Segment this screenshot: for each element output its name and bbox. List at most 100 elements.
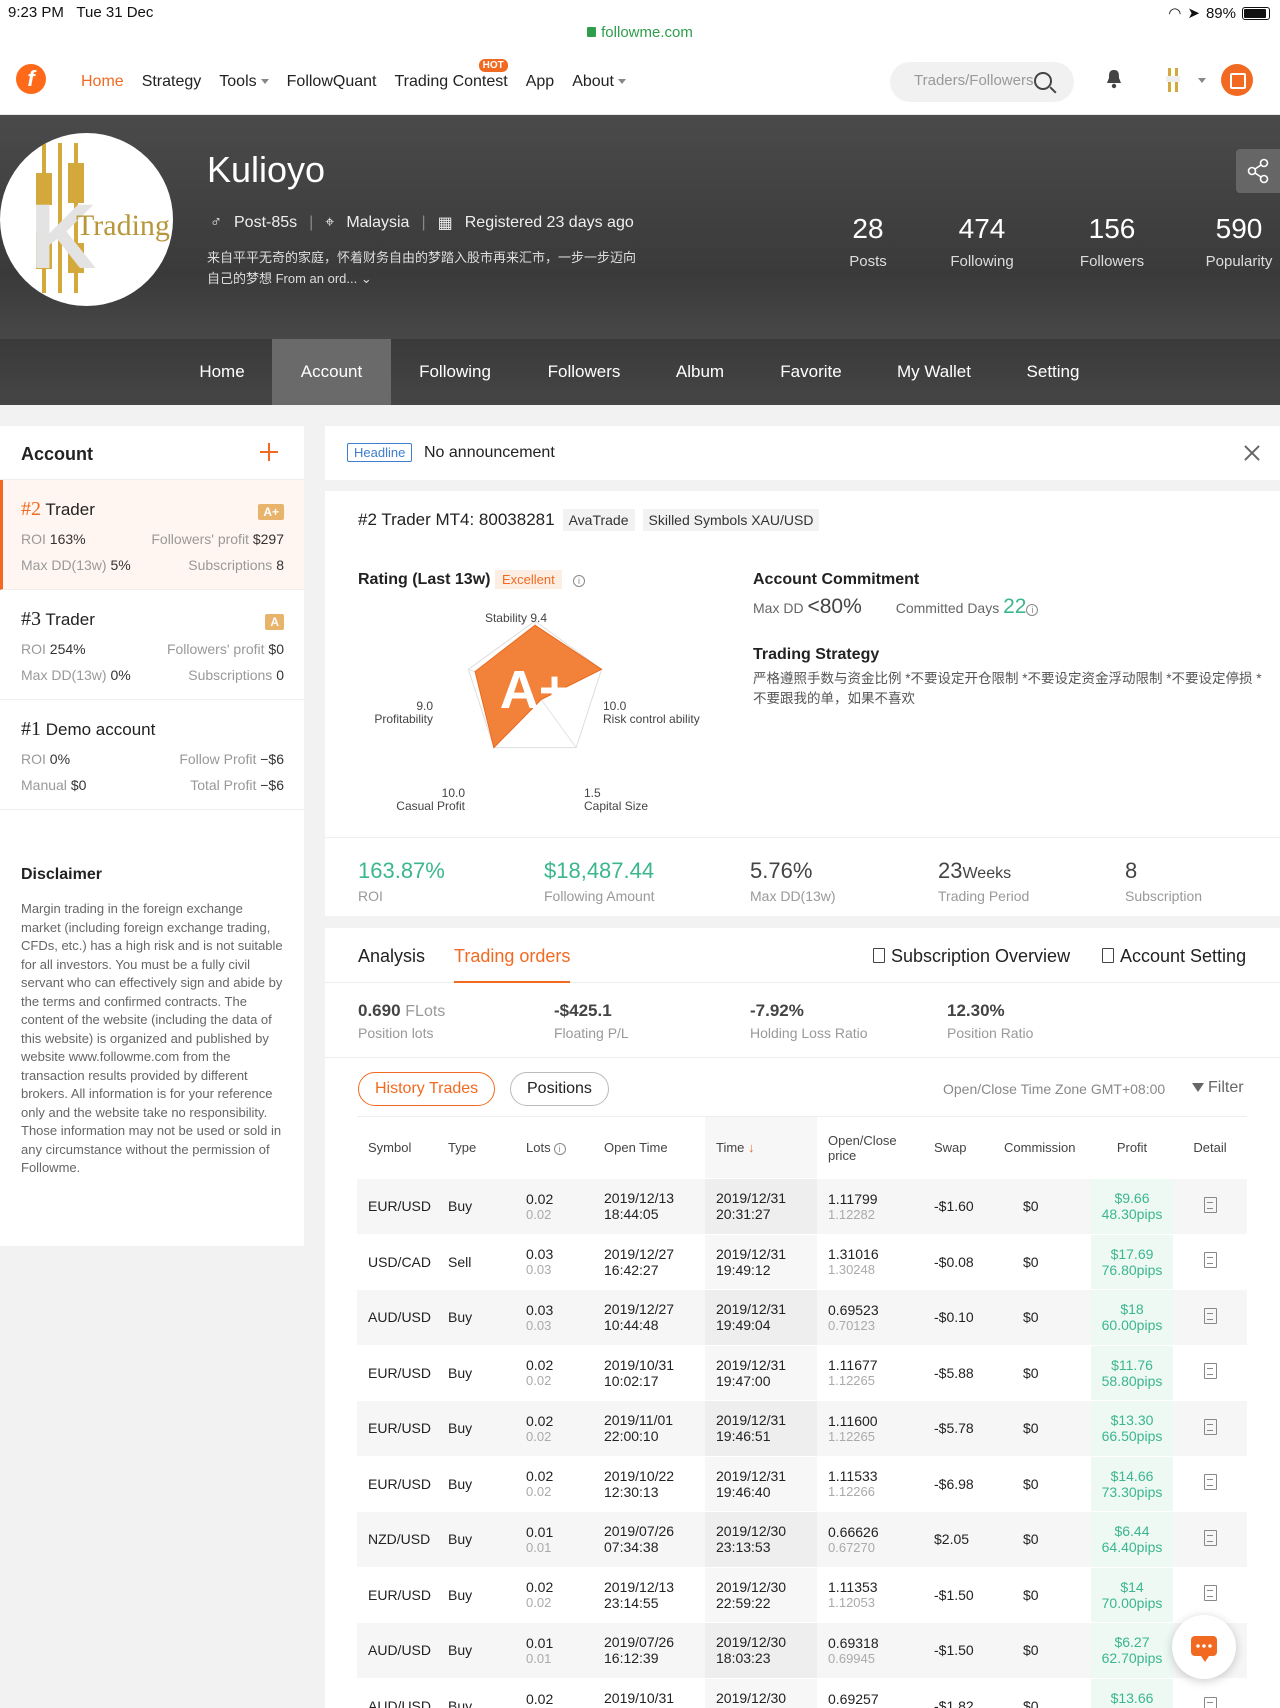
detail-icon[interactable]: [1203, 1696, 1217, 1708]
cell-detail[interactable]: [1173, 1511, 1247, 1567]
close-icon[interactable]: [1244, 445, 1260, 461]
cell-detail[interactable]: [1173, 1233, 1247, 1290]
col-lots[interactable]: Lots i: [515, 1116, 593, 1179]
stat-popularity[interactable]: 590 Popularity: [1198, 213, 1280, 270]
table-row[interactable]: USD/CAD Sell 0.03 0.03 2019/12/27 16:42:27 201…: [357, 1233, 1247, 1290]
detail-icon[interactable]: [1203, 1363, 1217, 1380]
nav-trading-contest[interactable]: Trading Contest HOT: [394, 58, 508, 91]
account-title: Account: [21, 444, 93, 464]
tab-my-wallet[interactable]: My Wallet: [882, 339, 986, 405]
account-item-2[interactable]: #2 Trader A+ ROI 163% Followers' profit $…: [0, 480, 304, 590]
cell-detail[interactable]: [1173, 1289, 1247, 1345]
rating-badge: Excellent: [495, 570, 562, 589]
open-price: 1.11677: [828, 1357, 878, 1374]
strategy-text: 严格遵照手数与资金比例 *不要设定开仓限制 *不要设定资金浮动限制 *不要设定停…: [753, 671, 1262, 706]
table-row[interactable]: EUR/USD Buy 0.02 0.02 2019/10/31 10:02:17 2019…: [357, 1344, 1247, 1401]
stat-followers[interactable]: 156 Followers: [1066, 213, 1158, 270]
subscription-overview-button[interactable]: Subscription Overview: [873, 946, 1070, 967]
close-clock: 20:31:27: [716, 1206, 771, 1223]
tab-analysis[interactable]: Analysis: [358, 946, 425, 967]
col-swap[interactable]: Swap: [923, 1116, 993, 1179]
detail-icon[interactable]: [1203, 1307, 1217, 1324]
nav-strategy[interactable]: Strategy: [142, 73, 202, 91]
table-row[interactable]: EUR/USD Buy 0.02 0.02 2019/12/13 18:44:05 2019…: [357, 1178, 1247, 1234]
col-type[interactable]: Type: [437, 1116, 515, 1179]
nav-followquant[interactable]: FollowQuant: [287, 73, 377, 91]
account-item-1[interactable]: #1 Demo account ROI 0% Follow Profit −$6 …: [0, 700, 304, 810]
cell-swap: $2.05: [923, 1511, 993, 1567]
status-bar: 9:23 PM Tue 31 Dec followme.com ◠ ➤ 89%: [0, 0, 1280, 48]
positions-button[interactable]: Positions: [510, 1072, 609, 1106]
nav-about[interactable]: About: [572, 73, 626, 91]
profile-bio[interactable]: 来自平平无奇的家庭，怀着财务自由的梦踏入股市再来汇市，一步一步迈向 自己的梦想 …: [207, 247, 677, 289]
info-icon[interactable]: i: [553, 1143, 566, 1155]
user-avatar-icon[interactable]: [1162, 66, 1186, 94]
tab-favorite[interactable]: Favorite: [766, 339, 856, 405]
detail-icon[interactable]: [1203, 1252, 1217, 1269]
info-icon[interactable]: i: [1026, 604, 1039, 616]
stat-label: Followers' profit: [151, 531, 249, 547]
nav-app[interactable]: App: [526, 73, 554, 91]
cell-detail[interactable]: [1173, 1400, 1247, 1456]
table-row[interactable]: EUR/USD Buy 0.02 0.02 2019/11/01 22:00:10 2019…: [357, 1400, 1247, 1456]
profit-pips: 73.30pips: [1101, 1483, 1163, 1500]
table-row[interactable]: AUD/USD Buy 0.03 0.03 2019/12/27 10:44:48 2019…: [357, 1289, 1247, 1345]
detail-icon[interactable]: [1203, 1529, 1217, 1546]
stat-posts[interactable]: 28 Posts: [838, 213, 898, 270]
history-trades-button[interactable]: History Trades: [358, 1072, 496, 1106]
tab-setting[interactable]: Setting: [1012, 339, 1094, 405]
followme-logo-icon[interactable]: f: [16, 64, 46, 94]
tab-album[interactable]: Album: [660, 339, 740, 405]
col-open-close-price[interactable]: Open/Close price: [817, 1116, 923, 1179]
cell-detail[interactable]: [1173, 1344, 1247, 1401]
table-row[interactable]: EUR/USD Buy 0.02 0.02 2019/10/22 12:30:13 2019…: [357, 1455, 1247, 1512]
detail-icon[interactable]: [1203, 1474, 1217, 1491]
tab-account[interactable]: Account: [272, 339, 391, 405]
tab-followers[interactable]: Followers: [530, 339, 638, 405]
nav-tools[interactable]: Tools: [219, 73, 269, 91]
position-ratio: 12.30% Position Ratio: [947, 1001, 1033, 1041]
stat-label: Followers' profit: [166, 641, 265, 657]
col-time[interactable]: Time ↓: [705, 1116, 817, 1179]
col-profit[interactable]: Profit: [1091, 1116, 1173, 1179]
col-symbol[interactable]: Symbol: [357, 1116, 437, 1179]
publish-icon[interactable]: [1221, 64, 1253, 96]
tab-trading-orders[interactable]: Trading orders: [454, 946, 571, 983]
table-row[interactable]: NZD/USD Buy 0.01 0.01 2019/07/26 07:34:38 2019…: [357, 1511, 1247, 1567]
table-row[interactable]: AUD/USD Buy 0.01 0.01 2019/07/26 16:12:39 2019…: [357, 1622, 1247, 1678]
tab-following[interactable]: Following: [400, 339, 510, 405]
tab-home[interactable]: Home: [172, 339, 272, 405]
cell-detail[interactable]: [1173, 1677, 1247, 1708]
account-item-3[interactable]: #3 Trader A ROI 254% Followers' profit $0…: [0, 590, 304, 700]
cell-detail[interactable]: [1173, 1455, 1247, 1512]
cell-detail[interactable]: [1173, 1566, 1247, 1623]
search-icon[interactable]: [1034, 72, 1052, 90]
chevron-down-icon[interactable]: ⌄: [361, 271, 372, 286]
table-row[interactable]: AUD/USDBuy0.020.022019/10/3110:00:012019…: [357, 1677, 1247, 1708]
share-button[interactable]: [1236, 149, 1280, 193]
filter-button[interactable]: Filter: [1192, 1079, 1244, 1097]
chevron-down-icon[interactable]: [1198, 78, 1206, 83]
col-commission[interactable]: Commission: [993, 1116, 1091, 1179]
chat-button[interactable]: [1172, 1615, 1236, 1679]
stat-following[interactable]: 474 Following: [935, 213, 1029, 270]
nav-home[interactable]: Home: [81, 73, 124, 91]
address-bar[interactable]: followme.com: [0, 24, 1280, 41]
detail-icon[interactable]: [1203, 1585, 1217, 1602]
detail-icon[interactable]: [1203, 1196, 1217, 1213]
detail-icon[interactable]: [1203, 1418, 1217, 1435]
bell-icon[interactable]: [1105, 69, 1123, 89]
col-open-time[interactable]: Open Time: [593, 1116, 705, 1179]
table-row[interactable]: EUR/USD Buy 0.02 0.02 2019/12/13 23:14:55 2019…: [357, 1566, 1247, 1623]
add-account-icon[interactable]: [260, 443, 278, 461]
account-setting-button[interactable]: Account Setting: [1102, 946, 1246, 967]
kpi-value: $18,487.44: [544, 858, 655, 883]
info-icon[interactable]: i: [573, 575, 585, 587]
share-icon: [1247, 158, 1269, 184]
position-value: -7.92%: [750, 1001, 804, 1020]
profile-avatar[interactable]: K Trading: [0, 133, 173, 306]
search-input[interactable]: Traders/Followers: [890, 62, 1074, 102]
cell-price: 1.31016 1.30248: [817, 1233, 923, 1290]
account-label: Trader: [45, 610, 95, 629]
cell-detail[interactable]: [1173, 1178, 1247, 1234]
